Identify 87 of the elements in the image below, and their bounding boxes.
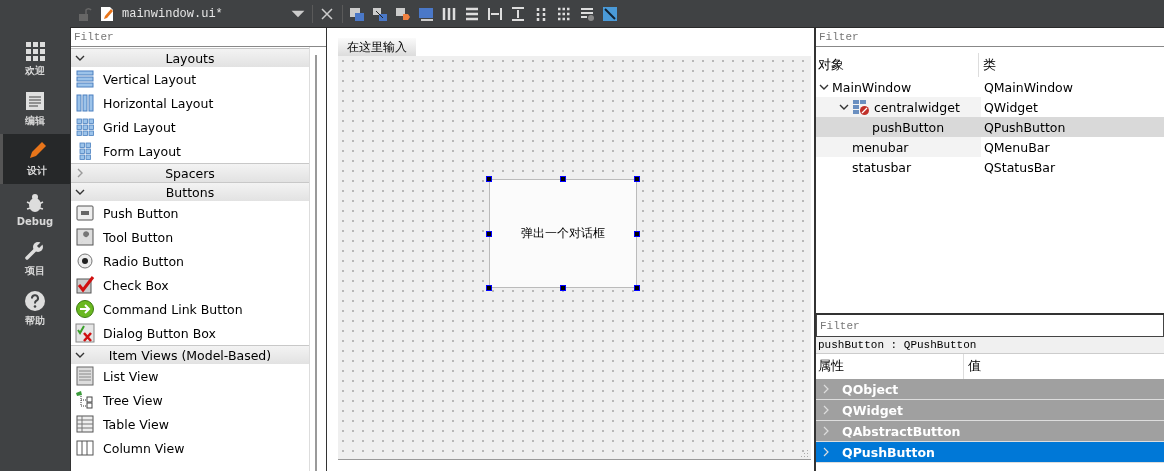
horizontal-layout-icon: [75, 93, 95, 113]
column-view-icon: [75, 438, 95, 458]
mode-button[interactable]: 设计: [0, 134, 70, 184]
category-header[interactable]: Item Views (Model-Based): [71, 345, 309, 364]
object-name: centralwidget: [874, 98, 961, 117]
class-name: QPushButton: [981, 117, 1164, 137]
tree-row[interactable]: centralwidget QWidget: [816, 97, 1164, 117]
grid-icon[interactable]: [556, 5, 572, 22]
grid-layout-icon: [75, 117, 95, 137]
resize-handle[interactable]: [486, 230, 492, 237]
resize-handle[interactable]: [634, 285, 640, 291]
mode-button[interactable]: 项目: [0, 234, 70, 284]
resize-handle[interactable]: [486, 176, 492, 182]
radio-button-icon: [75, 251, 95, 271]
widget-item[interactable]: Tool Button: [71, 225, 309, 249]
mode-button[interactable]: Debug: [0, 184, 70, 234]
resize-handle[interactable]: [634, 230, 640, 237]
tree-row[interactable]: statusbar QStatusBar: [816, 157, 1164, 177]
resize-handle[interactable]: [560, 176, 566, 182]
grid-icon: [24, 40, 46, 62]
column-header: 对象: [816, 53, 979, 77]
list-view-icon: [75, 366, 95, 386]
push-button[interactable]: 弹出一个对话框: [489, 179, 637, 288]
split-vertical-icon[interactable]: [510, 5, 526, 22]
mode-button[interactable]: 编辑: [0, 84, 70, 134]
resize-handle[interactable]: [560, 285, 566, 291]
rows-icon[interactable]: [464, 5, 480, 22]
bug-icon: [24, 191, 46, 214]
widget-item[interactable]: Horizontal Layout: [71, 91, 309, 115]
column-header: 类: [982, 56, 996, 74]
widget-item[interactable]: Form Layout: [71, 139, 309, 163]
widget-item[interactable]: Check Box: [71, 273, 309, 297]
split-horizontal-icon[interactable]: [487, 5, 503, 22]
object-name: menubar: [852, 138, 910, 157]
object-name: statusbar: [852, 158, 913, 177]
widget-item[interactable]: Tree View: [71, 388, 309, 412]
vertical-layout-icon: [75, 69, 95, 89]
widget-item[interactable]: Radio Button: [71, 249, 309, 273]
widget-item[interactable]: Vertical Layout: [71, 67, 309, 91]
push-button-icon: [75, 203, 95, 223]
chevron-icon: [822, 426, 830, 436]
column-header: 值: [967, 358, 981, 375]
document-icon: [24, 90, 46, 112]
object-name: pushButton: [872, 118, 946, 137]
class-name: QMenuBar: [983, 138, 1051, 157]
resize-handle[interactable]: [634, 176, 640, 182]
filter-field[interactable]: Filter: [816, 315, 1164, 337]
property-group[interactable]: QPushButton: [816, 442, 1164, 463]
chevron-icon: [75, 53, 85, 63]
widget-item[interactable]: Table View: [71, 412, 309, 436]
widget-item[interactable]: Column View: [71, 436, 309, 460]
document-icon: [99, 5, 115, 22]
widget-item[interactable]: List View: [71, 364, 309, 388]
columns-icon[interactable]: [441, 5, 457, 22]
help-icon: [24, 290, 46, 312]
category-header[interactable]: Spacers: [71, 163, 309, 182]
widget-item[interactable]: Command Link Button: [71, 297, 309, 321]
check-cross-icon: [75, 323, 95, 343]
category-header[interactable]: Layouts: [71, 48, 309, 67]
checkbox-icon: [75, 275, 95, 295]
resize-grip-icon[interactable]: [801, 449, 809, 457]
widget-item[interactable]: Grid Layout: [71, 115, 309, 139]
table-view-icon: [75, 414, 95, 434]
resize-handle[interactable]: [486, 285, 492, 291]
tree-row[interactable]: MainWindow QMainWindow: [816, 77, 1164, 97]
tree-row[interactable]: pushButton QPushButton: [816, 117, 1164, 137]
chevron-icon: [822, 384, 830, 394]
widget-item[interactable]: Dialog Button Box: [71, 321, 309, 345]
chevron-icon: [75, 350, 85, 360]
chevron-icon: [822, 447, 830, 457]
chevron-icon: [822, 405, 830, 415]
menu-item[interactable]: 在这里输入: [338, 38, 416, 56]
widget-item[interactable]: Push Button: [71, 201, 309, 225]
category-header[interactable]: Buttons: [71, 182, 309, 201]
arrow-circle-icon: [75, 299, 95, 319]
mode-button[interactable]: 欢迎: [0, 34, 70, 84]
class-name: QMainWindow: [983, 78, 1074, 97]
file-name[interactable]: mainwindow.ui*: [122, 6, 286, 21]
object-name: MainWindow: [832, 78, 913, 97]
class-name: QWidget: [983, 98, 1039, 117]
tree-view-icon: [75, 390, 95, 410]
tree-row[interactable]: menubar QMenuBar: [816, 137, 1164, 157]
object-label: pushButton : QPushButton: [816, 337, 1164, 354]
close-icon[interactable]: [319, 5, 335, 22]
mode-button[interactable]: 帮助: [0, 284, 70, 334]
class-name: QStatusBar: [983, 158, 1057, 177]
widget-layout-icon: [852, 98, 870, 116]
